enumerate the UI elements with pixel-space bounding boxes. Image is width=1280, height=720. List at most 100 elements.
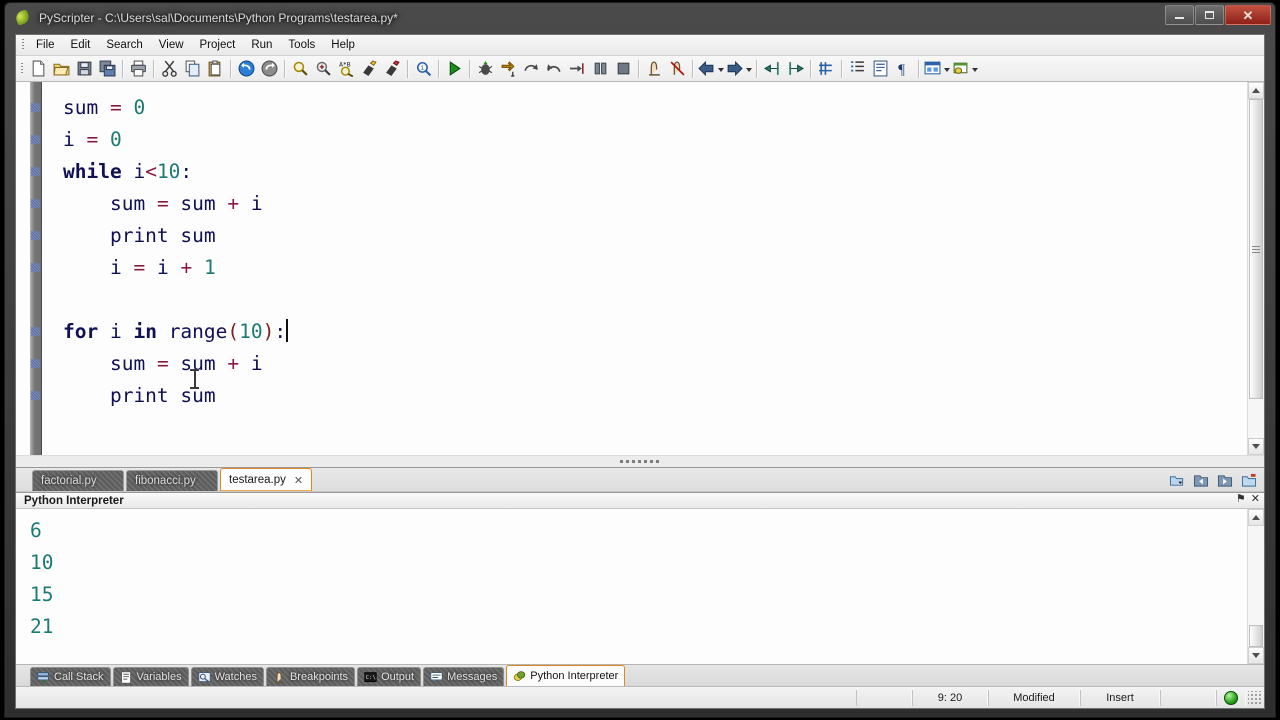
menu-search[interactable]: Search xyxy=(98,37,150,54)
run-icon[interactable] xyxy=(443,58,466,80)
nav-back-dropdown-icon[interactable] xyxy=(716,59,725,79)
save-icon[interactable] xyxy=(73,58,96,80)
interpreter-output[interactable]: 6 10 15 21 xyxy=(16,509,1247,664)
run-to-cursor-icon[interactable] xyxy=(566,58,589,80)
file-tab-factorial[interactable]: factorial.py xyxy=(32,470,124,491)
previous-file-icon[interactable] xyxy=(1190,470,1212,490)
step-out-icon[interactable] xyxy=(543,58,566,80)
breakpoint-marker[interactable] xyxy=(31,103,40,112)
breakpoint-marker[interactable] xyxy=(31,167,40,176)
dock-tab-variables[interactable]: Variables xyxy=(112,667,189,686)
window-resize-grip[interactable] xyxy=(1248,690,1262,705)
pause-icon[interactable] xyxy=(589,58,612,80)
code-explorer-icon[interactable] xyxy=(846,58,869,80)
interpreter-scroll-down-button[interactable] xyxy=(1248,647,1264,664)
breakpoint-marker[interactable] xyxy=(31,263,40,272)
code-line[interactable]: for i in range(10): xyxy=(42,316,1247,348)
close-file-icon[interactable] xyxy=(1238,470,1260,490)
interpreter-scroll-up-button[interactable] xyxy=(1248,509,1264,526)
copy-icon[interactable] xyxy=(181,58,204,80)
code-line[interactable]: i = i + 1 xyxy=(42,252,1247,284)
menu-drag-handle[interactable] xyxy=(19,37,26,53)
dock-tab-python-interpreter[interactable]: Python Interpreter xyxy=(506,665,626,686)
close-tab-icon[interactable]: ✕ xyxy=(294,474,303,487)
nav-back-icon[interactable] xyxy=(697,58,716,80)
unindent-icon[interactable] xyxy=(761,58,784,80)
clear-breakpoints-icon[interactable] xyxy=(666,58,689,80)
dock-header[interactable]: Python Interpreter ⚑ ✕ xyxy=(16,492,1264,509)
menu-view[interactable]: View xyxy=(151,37,192,54)
save-all-icon[interactable] xyxy=(96,58,119,80)
python-engine-dropdown-icon[interactable] xyxy=(970,59,979,79)
dock-tab-messages[interactable]: Messages xyxy=(423,667,505,686)
breakpoint-marker[interactable] xyxy=(31,359,40,368)
maximize-button[interactable] xyxy=(1195,5,1224,25)
next-file-icon[interactable] xyxy=(1214,470,1236,490)
dock-tab-call-stack[interactable]: Call Stack xyxy=(30,667,111,686)
file-tab-testarea[interactable]: testarea.py ✕ xyxy=(220,468,313,491)
open-recent-icon[interactable] xyxy=(1166,470,1188,490)
dock-tab-output[interactable]: C:\ Output xyxy=(357,667,422,686)
scroll-down-button[interactable] xyxy=(1248,438,1264,455)
highlight-icon[interactable] xyxy=(358,58,381,80)
find-next-icon[interactable] xyxy=(312,58,335,80)
editor-scroll-thumb[interactable] xyxy=(1249,99,1263,399)
replace-icon[interactable]: A*B xyxy=(335,58,358,80)
stop-icon[interactable] xyxy=(612,58,635,80)
interpreter-vertical-scrollbar[interactable] xyxy=(1247,509,1264,664)
breakpoint-marker[interactable] xyxy=(31,135,40,144)
layout-icon[interactable] xyxy=(923,58,942,80)
menu-tools[interactable]: Tools xyxy=(280,37,323,54)
scroll-up-button[interactable] xyxy=(1248,82,1264,99)
minimize-button[interactable] xyxy=(1165,5,1194,25)
close-button[interactable]: ✕ xyxy=(1225,5,1271,25)
code-line[interactable]: i = 0 xyxy=(42,124,1247,156)
interpreter-scroll-track[interactable] xyxy=(1248,526,1264,647)
print-icon[interactable] xyxy=(127,58,150,80)
find-in-files-icon[interactable]: i xyxy=(412,58,435,80)
open-file-icon[interactable] xyxy=(50,58,73,80)
breakpoint-marker[interactable] xyxy=(31,231,40,240)
code-line[interactable]: sum = sum + i xyxy=(42,188,1247,220)
code-editor[interactable]: sum = 0i = 0 while i<10: sum = sum + i pr… xyxy=(16,82,1264,456)
step-over-icon[interactable] xyxy=(520,58,543,80)
step-into-icon[interactable] xyxy=(497,58,520,80)
toggle-breakpoint-icon[interactable] xyxy=(643,58,666,80)
debug-icon[interactable] xyxy=(474,58,497,80)
code-text-area[interactable]: sum = 0i = 0 while i<10: sum = sum + i pr… xyxy=(42,82,1247,455)
show-special-chars-icon[interactable]: ¶ xyxy=(892,58,915,80)
breakpoint-marker[interactable] xyxy=(31,327,40,336)
find-icon[interactable] xyxy=(289,58,312,80)
interpreter-scroll-thumb[interactable] xyxy=(1249,625,1263,647)
cut-icon[interactable] xyxy=(158,58,181,80)
toolbar-drag-handle[interactable] xyxy=(18,61,25,77)
python-engine-icon[interactable] xyxy=(951,58,970,80)
breakpoint-marker[interactable] xyxy=(31,391,40,400)
highlight-red-icon[interactable] xyxy=(381,58,404,80)
code-line[interactable]: while i<10: xyxy=(42,156,1247,188)
wrap-lines-icon[interactable] xyxy=(869,58,892,80)
close-icon[interactable]: ✕ xyxy=(1251,494,1260,505)
layout-dropdown-icon[interactable] xyxy=(942,59,951,79)
menu-help[interactable]: Help xyxy=(323,37,363,54)
editor-gutter[interactable] xyxy=(16,82,42,455)
pin-icon[interactable]: ⚑ xyxy=(1236,494,1246,505)
comment-icon[interactable] xyxy=(815,58,838,80)
code-line[interactable]: sum = 0 xyxy=(42,92,1247,124)
menu-run[interactable]: Run xyxy=(243,37,280,54)
menu-project[interactable]: Project xyxy=(192,37,244,54)
menu-file[interactable]: File xyxy=(28,37,63,54)
editor-scroll-track[interactable] xyxy=(1248,99,1264,438)
new-file-icon[interactable] xyxy=(27,58,50,80)
redo-icon[interactable] xyxy=(258,58,281,80)
indent-icon[interactable] xyxy=(784,58,807,80)
python-engine-running-icon[interactable] xyxy=(1216,689,1246,706)
dock-tab-breakpoints[interactable]: Breakpoints xyxy=(265,667,356,686)
breakpoint-marker[interactable] xyxy=(31,199,40,208)
nav-forward-icon[interactable] xyxy=(725,58,744,80)
code-line[interactable]: print sum xyxy=(42,380,1247,412)
paste-icon[interactable] xyxy=(204,58,227,80)
menu-edit[interactable]: Edit xyxy=(63,37,99,54)
nav-forward-dropdown-icon[interactable] xyxy=(744,59,753,79)
file-tab-fibonacci[interactable]: fibonacci.py xyxy=(126,470,218,491)
